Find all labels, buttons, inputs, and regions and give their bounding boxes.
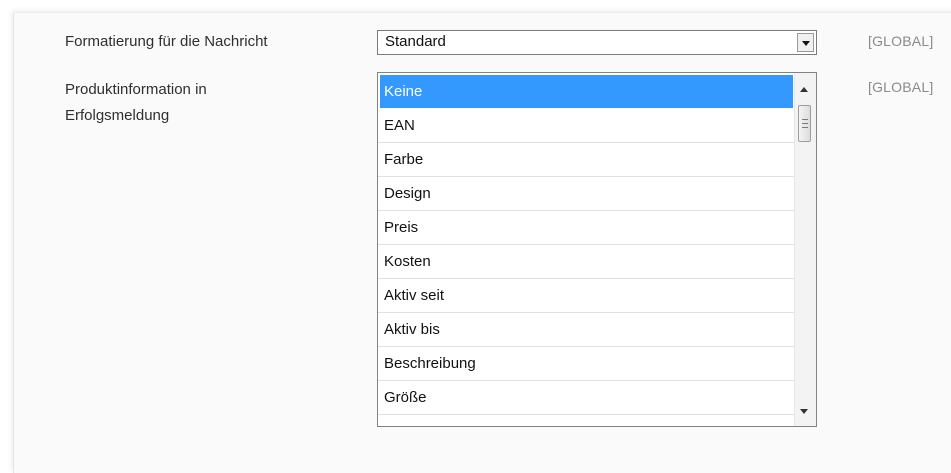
option-list: Keine EAN Farbe Design Preis Kosten Akti… [378, 73, 795, 415]
option-farbe[interactable]: Farbe [378, 143, 795, 177]
format-label: Formatierung für die Nachricht [65, 33, 268, 50]
option-preis[interactable]: Preis [378, 211, 795, 245]
option-aktiv-bis[interactable]: Aktiv bis [378, 313, 795, 347]
product-info-multiselect[interactable]: Keine EAN Farbe Design Preis Kosten Akti… [377, 72, 817, 427]
option-kosten[interactable]: Kosten [378, 245, 795, 279]
option-aktiv-seit[interactable]: Aktiv seit [378, 279, 795, 313]
option-keine[interactable]: Keine [380, 75, 793, 108]
scroll-down-arrow-icon[interactable] [800, 409, 808, 414]
format-scope-label: [GLOBAL] [868, 33, 934, 49]
format-select-value: Standard [385, 33, 446, 50]
scrollbar-thumb[interactable] [798, 105, 811, 142]
scroll-up-arrow-icon[interactable] [800, 87, 808, 92]
product-info-scope-label: [GLOBAL] [868, 79, 934, 95]
option-design[interactable]: Design [378, 177, 795, 211]
listbox-scrollbar[interactable] [794, 73, 816, 426]
chevron-down-icon[interactable] [797, 33, 814, 52]
format-select[interactable]: Standard [377, 30, 817, 55]
option-groesse[interactable]: Größe [378, 381, 795, 415]
option-ean[interactable]: EAN [378, 109, 795, 143]
product-info-label-line2: Erfolgsmeldung [65, 107, 170, 124]
option-beschreibung[interactable]: Beschreibung [378, 347, 795, 381]
product-info-label-line1: Produktinformation in [65, 81, 207, 98]
